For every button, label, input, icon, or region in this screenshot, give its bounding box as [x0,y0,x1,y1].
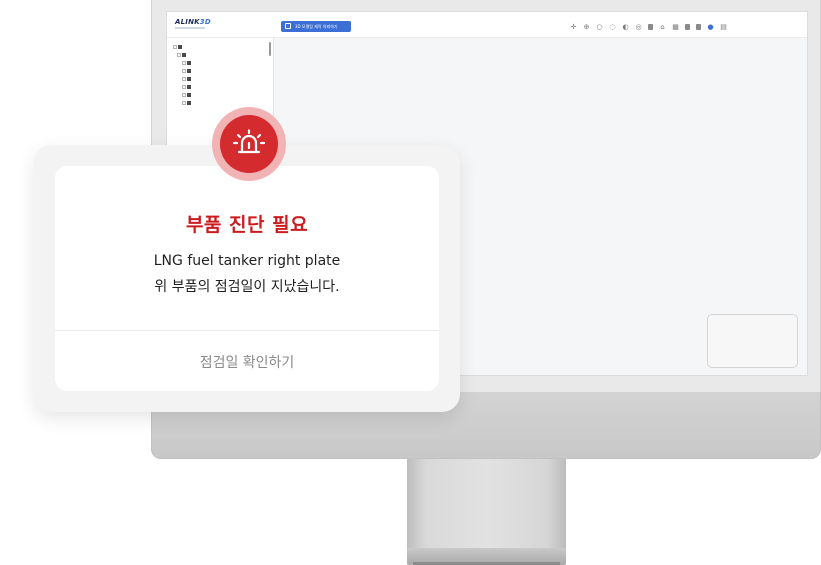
zoom-icon[interactable]: ○ [596,23,603,31]
tree-item[interactable] [182,101,191,106]
eye-icon[interactable]: ● [707,23,714,31]
alert-title: 부품 진단 필요 [185,214,309,236]
rotate-icon[interactable]: ◎ [635,23,642,31]
check-inspection-date-button[interactable]: 점검일 확인하기 [55,352,439,372]
alert-message: 위 부품의 점검일이 지났습니다. [154,279,340,295]
tree-item[interactable] [177,53,186,58]
tree-item[interactable] [182,93,191,98]
pan-icon[interactable]: ⊕ [583,23,590,31]
request-modeling-button[interactable]: 3D 모델링 제작 의뢰하기 [281,21,351,32]
app-logo[interactable]: ALINK3D [175,18,211,26]
tree-item[interactable] [182,61,191,66]
minimap-panel [707,314,798,368]
tree-item[interactable] [182,69,191,74]
viewer-toolbar: ✛ ⊕ ○ ◌ ◐ ◎ ⌂ ▦ ● ▤ [570,22,727,32]
panel-icon[interactable]: ▤ [720,23,727,31]
move-icon[interactable]: ✛ [570,23,577,31]
alert-divider [55,330,439,331]
request-modeling-label: 3D 모델링 제작 의뢰하기 [295,24,338,29]
tree-scrollbar[interactable] [269,42,271,56]
grid-icon[interactable]: ▦ [672,23,679,31]
view-icon[interactable]: ◐ [622,23,629,31]
tree-item[interactable] [173,45,182,50]
layer2-icon[interactable] [696,24,701,30]
cube-icon [285,23,291,29]
tree-item[interactable] [182,77,191,82]
monitor-stand [407,459,566,551]
home-icon[interactable]: ⌂ [659,23,666,31]
siren-icon [232,129,266,154]
logo-tagline [175,27,205,29]
monitor-stand-foot [407,548,566,565]
layer-icon[interactable] [685,24,690,30]
orbit-icon[interactable]: ◌ [609,23,616,31]
alert-part-name: LNG fuel tanker right plate [153,253,341,269]
tree-item[interactable] [182,85,191,90]
top-bar: ALINK3D 3D 모델링 제작 의뢰하기 ✛ ⊕ ○ ◌ ◐ ◎ ⌂ ▦ ●… [167,12,807,38]
box-icon[interactable] [648,24,653,30]
